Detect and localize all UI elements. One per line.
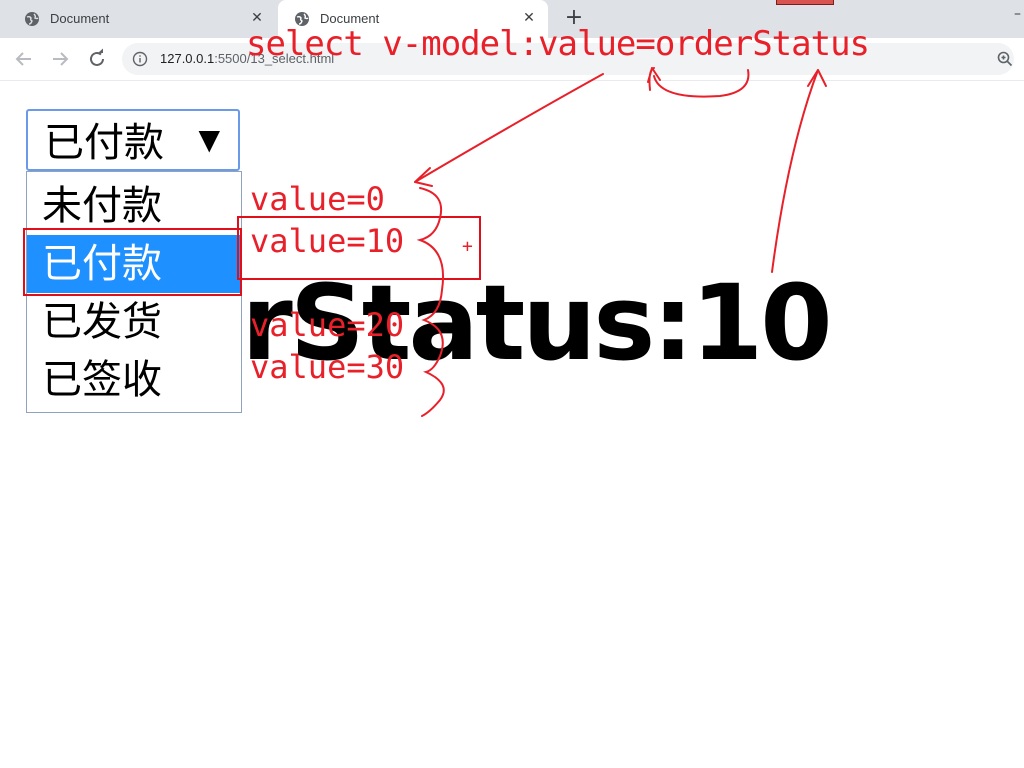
- tab-document-1[interactable]: Document ✕: [8, 0, 276, 38]
- arrow-status-to-header: [771, 69, 819, 273]
- annotation-value-20: value=20: [250, 306, 405, 344]
- globe-icon: [24, 11, 40, 27]
- tab-title: Document: [50, 11, 110, 26]
- arrow-left-icon[interactable]: [12, 47, 36, 71]
- minimize-icon[interactable]: –: [1014, 6, 1021, 22]
- arrow-right-icon[interactable]: [48, 47, 72, 71]
- highlight-box-value: [237, 216, 481, 280]
- zoom-icon[interactable]: [996, 50, 1014, 68]
- reload-icon[interactable]: [85, 47, 109, 71]
- window-marker: [776, 0, 834, 5]
- select-current-value: 已付款: [44, 120, 164, 166]
- info-icon[interactable]: [132, 51, 148, 67]
- url-host: 127.0.0.1: [160, 51, 215, 66]
- annotation-value-30: value=30: [250, 348, 405, 386]
- annotation-value-0: value=0: [250, 180, 385, 218]
- triangle-down-icon: ▼: [198, 123, 220, 156]
- arrow-header-to-value: [414, 73, 604, 183]
- order-status-select[interactable]: 已付款 ▼: [26, 109, 240, 171]
- option-unpaid[interactable]: 未付款: [27, 177, 241, 235]
- option-shipped[interactable]: 已发货: [27, 293, 241, 351]
- highlight-box-option: [23, 228, 242, 296]
- option-received[interactable]: 已签收: [27, 351, 241, 409]
- annotation-header: select v-model:value=orderStatus: [246, 24, 870, 64]
- arrow-head: [414, 167, 433, 187]
